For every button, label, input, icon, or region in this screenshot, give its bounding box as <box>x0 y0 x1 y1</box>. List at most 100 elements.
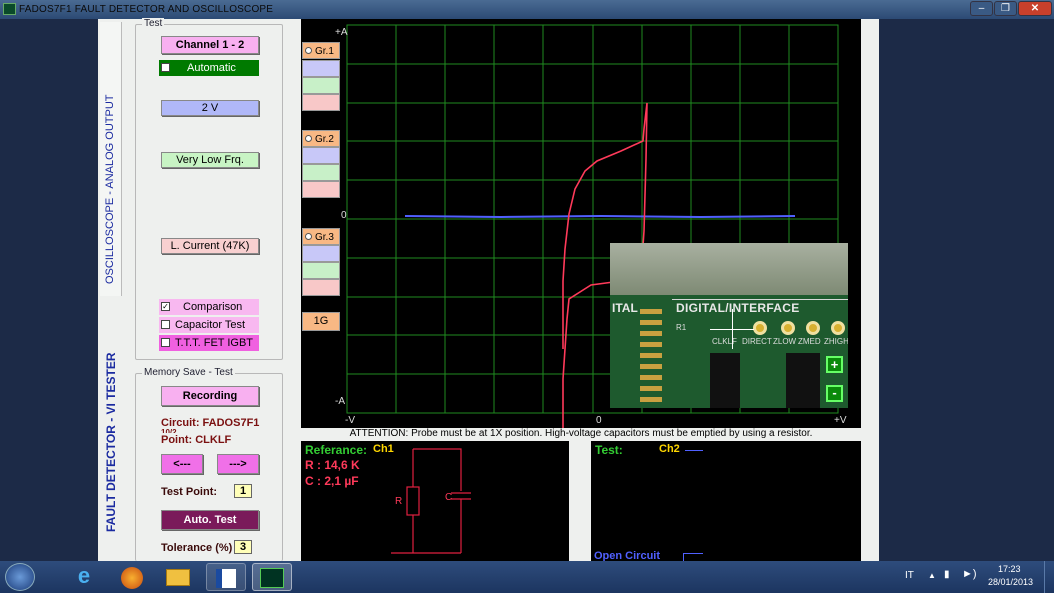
tab-oscilloscope[interactable]: OSCILLOSCOPE - ANALOG OUTPUT <box>100 22 122 296</box>
minimize-button[interactable]: – <box>970 1 993 16</box>
current-button[interactable]: L. Current (47K) <box>161 238 259 254</box>
pin-label-zhigh: ZHIGH <box>824 337 848 346</box>
capacitor-checkbox[interactable]: Capacitor Test <box>159 317 259 333</box>
clock-time[interactable]: 17:23 <box>998 564 1021 574</box>
graph-3-slot-green[interactable] <box>302 262 340 279</box>
voltage-button[interactable]: 2 V <box>161 100 259 116</box>
test-trace <box>404 214 796 219</box>
pin-label-zmed: ZMED <box>798 337 821 346</box>
tab-oscilloscope-label: OSCILLOSCOPE - ANALOG OUTPUT <box>104 94 116 285</box>
firefox-icon[interactable] <box>112 563 152 591</box>
pad-2 <box>781 321 795 335</box>
zoom-in-button[interactable]: + <box>826 356 843 373</box>
probe-camera-view[interactable]: ITAL DIGITAL/INTERFACE R1 CLKLF DIRECT Z… <box>610 243 848 408</box>
zoom-out-button[interactable]: - <box>826 385 843 402</box>
graph-2-label: Gr.2 <box>315 134 334 145</box>
automatic-checkbox-box[interactable] <box>161 63 170 72</box>
ttt-checkbox-box[interactable] <box>161 338 170 347</box>
scope-center-label: 0 <box>596 415 602 426</box>
schematic-r-label: R <box>395 496 402 507</box>
close-button[interactable]: ✕ <box>1018 1 1052 16</box>
memory-group-legend: Memory Save - Test <box>142 367 235 378</box>
comparison-label: Comparison <box>183 301 243 313</box>
taskbar: e IT ▲ ▮ ►) 17:23 28/01/2013 <box>0 561 1054 593</box>
status-line <box>683 553 703 561</box>
graph-3-slot-blue[interactable] <box>302 245 340 262</box>
application-window: FADOS7F1 FAULT DETECTOR AND OSCILLOSCOPE… <box>0 0 1054 593</box>
tolerance-value[interactable]: 3 <box>234 540 252 554</box>
pin-label-zlow: ZLOW <box>773 337 797 346</box>
graph-2-slot-pink[interactable] <box>302 181 340 198</box>
chip-1 <box>710 353 740 408</box>
folder-icon[interactable] <box>158 563 198 591</box>
photo-background <box>610 243 848 295</box>
channel-button[interactable]: Channel 1 - 2 <box>161 36 259 54</box>
photo-board-text: DIGITAL/INTERFACE <box>676 301 800 315</box>
graph-3-slot-pink[interactable] <box>302 279 340 296</box>
start-button[interactable] <box>5 563 35 591</box>
graph-1-slot-pink[interactable] <box>302 94 340 111</box>
fados-taskbar-icon[interactable] <box>252 563 292 591</box>
tolerance-label: Tolerance (%) <box>161 542 233 554</box>
tab-fault-detector-label: FAULT DETECTOR - VI TESTER <box>104 352 118 532</box>
capacitor-label: Capacitor Test <box>175 319 246 331</box>
circuit-partial-text: 10/2 <box>161 428 177 433</box>
graph-2-radio[interactable] <box>305 135 312 142</box>
language-indicator[interactable]: IT <box>905 570 914 581</box>
volume-icon[interactable]: ►) <box>962 568 977 580</box>
desktop-left-edge <box>0 19 98 561</box>
crosshair-vertical <box>732 309 733 349</box>
clock-date[interactable]: 28/01/2013 <box>988 577 1033 587</box>
next-point-button[interactable]: ---> <box>217 454 259 474</box>
test-point-label: Test Point: <box>161 486 218 498</box>
pin-label-r1: R1 <box>676 323 687 332</box>
prev-point-button[interactable]: <--- <box>161 454 203 474</box>
graph-1-slot-blue[interactable] <box>302 60 340 77</box>
gain-button[interactable]: 1G <box>302 312 340 331</box>
automatic-checkbox[interactable]: Automatic <box>159 60 259 76</box>
maximize-button[interactable]: ❐ <box>994 1 1017 16</box>
reference-panel: Referance: Ch1 R : 14,6 K C : 2,1 µF R C <box>301 441 569 561</box>
test-panel: Test: Ch2 Open Circuit <box>591 441 861 562</box>
chip-2 <box>786 353 820 408</box>
auto-test-button[interactable]: Auto. Test <box>161 510 259 530</box>
word-icon[interactable] <box>206 563 246 591</box>
graph-3-button[interactable]: Gr.3 <box>302 228 340 245</box>
pin-strip <box>640 309 662 408</box>
network-icon[interactable]: ▮ <box>944 569 950 580</box>
ie-icon[interactable]: e <box>64 563 104 591</box>
test-point-value[interactable]: 1 <box>234 484 252 498</box>
scope-zero-label: 0 <box>341 210 347 221</box>
scope-right-label: +V <box>834 415 847 426</box>
comparison-checkbox[interactable]: ✓ Comparison <box>159 299 259 315</box>
tab-fault-detector[interactable]: FAULT DETECTOR - VI TESTER <box>100 300 122 561</box>
desktop-right-edge <box>879 19 1054 561</box>
point-text: Point: CLKLF <box>161 434 232 446</box>
frequency-button[interactable]: Very Low Frq. <box>161 152 259 168</box>
graph-2-button[interactable]: Gr.2 <box>302 130 340 147</box>
capacitor-checkbox-box[interactable] <box>161 320 170 329</box>
rc-schematic: R C <box>391 448 471 554</box>
graph-1-radio[interactable] <box>305 47 312 54</box>
test-title: Test: <box>595 443 623 457</box>
graph-2-slot-blue[interactable] <box>302 147 340 164</box>
attention-message: ATTENTION: Probe must be at 1X position.… <box>301 428 861 440</box>
photo-header-line <box>672 299 848 300</box>
app-icon <box>3 3 16 15</box>
comparison-checkbox-box[interactable]: ✓ <box>161 302 170 311</box>
scope-left-label: -V <box>345 415 355 426</box>
graph-3-radio[interactable] <box>305 233 312 240</box>
schematic-c-label: C <box>445 492 452 503</box>
graph-1-label: Gr.1 <box>315 46 334 57</box>
ttt-checkbox[interactable]: T.T.T. FET IGBT <box>159 335 259 351</box>
window-title: FADOS7F1 FAULT DETECTOR AND OSCILLOSCOPE <box>19 4 274 15</box>
ttt-label: T.T.T. FET IGBT <box>175 337 254 349</box>
pad-1 <box>753 321 767 335</box>
show-desktop-button[interactable] <box>1044 561 1054 593</box>
graph-1-slot-green[interactable] <box>302 77 340 94</box>
automatic-label: Automatic <box>187 62 236 74</box>
show-hidden-icons[interactable]: ▲ <box>928 571 936 580</box>
graph-2-slot-green[interactable] <box>302 164 340 181</box>
recording-button[interactable]: Recording <box>161 386 259 406</box>
graph-1-button[interactable]: Gr.1 <box>302 42 340 59</box>
